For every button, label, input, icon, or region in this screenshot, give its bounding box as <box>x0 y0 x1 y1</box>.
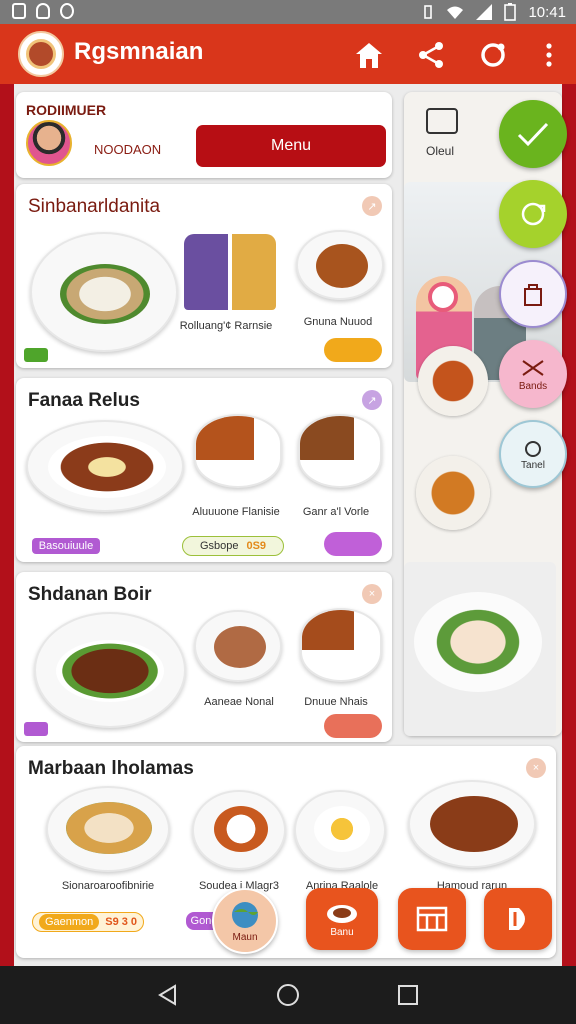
shop-button[interactable] <box>499 260 567 328</box>
bands-label: Bands <box>518 380 548 392</box>
dish-image[interactable] <box>194 610 282 682</box>
category-pill[interactable]: Basouiuule <box>32 538 100 554</box>
notification-icon <box>36 3 50 19</box>
signal-icon <box>476 4 493 20</box>
dish-image[interactable] <box>296 230 384 300</box>
dish-caption: Aaneae Nonal <box>204 696 274 708</box>
section-title: Shdanan Boir <box>28 584 152 605</box>
dish-image[interactable] <box>192 790 286 870</box>
bands-button[interactable]: Bands <box>499 340 567 408</box>
staff-badge-icon <box>428 282 458 312</box>
nav-menu-button[interactable]: Banu <box>306 888 378 950</box>
nav-list-button[interactable] <box>398 888 466 950</box>
bag-icon <box>524 284 542 306</box>
action-pill[interactable] <box>324 532 382 556</box>
nav-brand-button[interactable] <box>484 888 552 950</box>
back-icon[interactable] <box>156 983 180 1007</box>
refresh-icon <box>521 202 546 226</box>
home-nav-icon[interactable] <box>276 983 300 1007</box>
sync-icon <box>60 3 74 19</box>
tanel-button[interactable]: Tanel <box>499 420 567 488</box>
food-section: Shdanan Boir × Aaneae Nonal Dnuue Nhais <box>16 572 392 742</box>
dish-image[interactable] <box>294 790 386 870</box>
table-icon <box>416 906 448 932</box>
utensils-icon <box>522 359 544 376</box>
dish-image[interactable] <box>408 780 536 868</box>
food-section: Marbaan lholamas × Sionaroaroofibnirie S… <box>16 746 556 958</box>
price-label: Gsbope <box>199 540 239 552</box>
menu-button[interactable]: Menu <box>196 125 386 167</box>
tag-pill[interactable] <box>24 722 48 736</box>
expand-icon[interactable]: ↗ <box>362 196 382 216</box>
dish-image[interactable] <box>26 420 184 512</box>
more-menu-icon[interactable] <box>532 38 566 72</box>
dish-caption: Rolluang'¢ Rarnsie <box>179 320 273 332</box>
staff-image[interactable] <box>184 234 276 310</box>
dish-caption: Gnuna Nuuod <box>303 316 373 328</box>
app-logo[interactable] <box>18 31 64 77</box>
food-icon <box>525 440 541 457</box>
check-button[interactable] <box>499 100 567 168</box>
tv-icon[interactable] <box>426 108 458 134</box>
app-title: Rgsmnaian <box>74 38 204 65</box>
price-value: 0S9 <box>246 540 267 552</box>
dish-caption: Aluuuone Flanisie <box>192 506 280 518</box>
section-title: Sinbanarldanita <box>28 196 161 217</box>
nav-main-button[interactable]: Maun <box>212 888 278 954</box>
share-icon[interactable] <box>414 38 448 72</box>
price-label: Gaenmon <box>38 914 100 930</box>
app-bar: Rgsmnaian <box>0 24 576 84</box>
tag-pill[interactable] <box>24 348 48 362</box>
side-dish-image[interactable] <box>418 346 488 416</box>
food-section: Sinbanarldanita ↗ Rolluang'¢ Rarnsie Gnu… <box>16 184 392 368</box>
clock: 10:41 <box>528 3 566 21</box>
expand-icon[interactable]: ↗ <box>362 390 382 410</box>
dish-image[interactable] <box>30 232 178 352</box>
side-dish-image[interactable] <box>416 456 490 530</box>
section-title: Fanaa Relus <box>28 390 140 411</box>
profile-name: RODIIMUER <box>26 102 107 118</box>
battery-icon <box>504 3 517 21</box>
price-pill[interactable]: Gaenmon S9 3 0 <box>32 912 144 932</box>
section-title: Marbaan lholamas <box>28 758 194 779</box>
food-section: Fanaa Relus ↗ Aluuuone Flanisie Ganr a'l… <box>16 378 392 562</box>
price-value: S9 3 0 <box>105 916 138 928</box>
dish-caption: Dnuue Nhais <box>304 696 368 708</box>
close-icon[interactable]: × <box>362 584 382 604</box>
side-caption: Oleul <box>426 144 455 158</box>
dish-caption: Ganr a'l Vorle <box>302 506 370 518</box>
dish-image[interactable] <box>46 786 170 872</box>
close-icon[interactable]: × <box>526 758 546 778</box>
tanel-label: Tanel <box>521 459 545 471</box>
settings-icon[interactable] <box>476 38 510 72</box>
action-pill[interactable] <box>324 714 382 738</box>
nav-menu-label: Banu <box>330 926 354 938</box>
nav-main-label: Maun <box>232 931 258 943</box>
featured-dish-image[interactable] <box>404 562 556 736</box>
dish-image[interactable] <box>194 414 282 488</box>
profile-subtitle: NOODAON <box>94 142 162 157</box>
action-pill[interactable] <box>324 338 382 362</box>
wifi-icon <box>447 6 464 19</box>
check-icon <box>517 122 549 147</box>
dish-image[interactable] <box>34 612 186 728</box>
refresh-button[interactable] <box>499 180 567 248</box>
brand-icon <box>509 908 525 930</box>
home-icon[interactable] <box>352 38 386 72</box>
vibrate-icon <box>424 5 433 19</box>
dish-image[interactable] <box>298 414 382 488</box>
price-pill[interactable]: Gsbope 0S9 <box>182 536 284 556</box>
dish-icon <box>327 904 357 923</box>
dish-image[interactable] <box>300 608 382 682</box>
profile-card: RODIIMUER NOODAON Menu <box>16 92 392 178</box>
system-nav-bar <box>0 966 576 1024</box>
globe-icon <box>232 901 258 928</box>
avatar[interactable] <box>26 120 72 166</box>
status-bar: 10:41 <box>0 0 576 24</box>
sim-icon <box>12 3 26 19</box>
dish-caption: Sionaroaroofibnirie <box>61 880 155 892</box>
recents-icon[interactable] <box>396 983 420 1007</box>
